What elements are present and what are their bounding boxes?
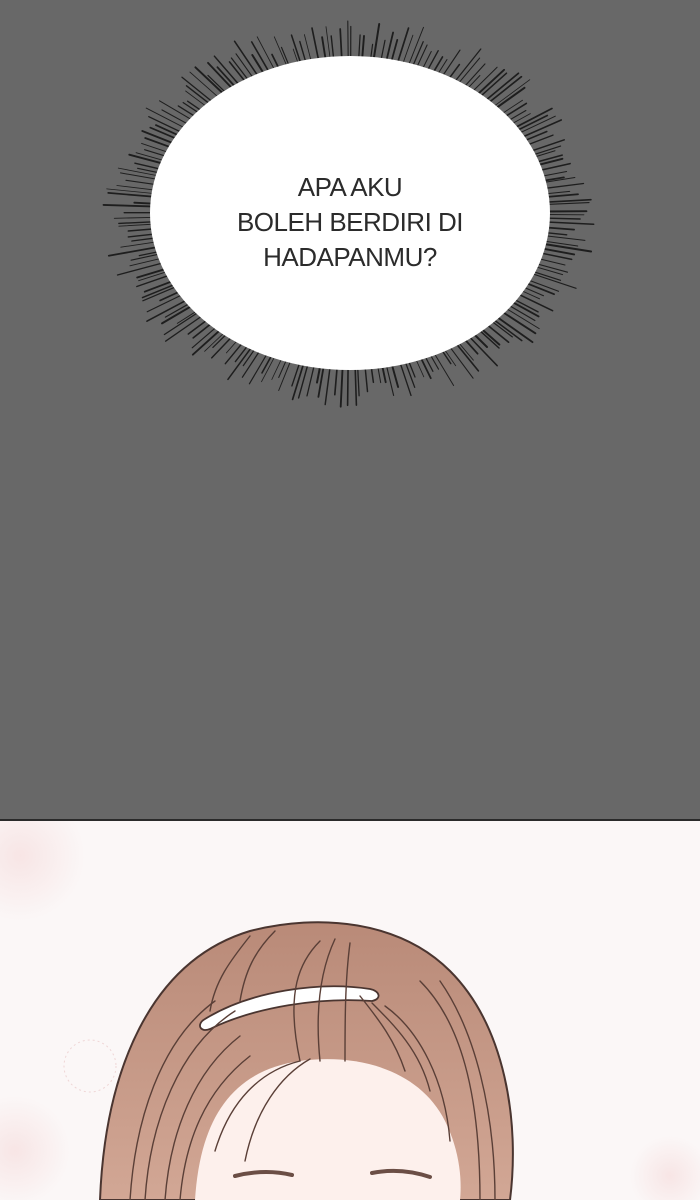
speech-line-3: HADAPANMU? xyxy=(263,242,437,272)
burst-line xyxy=(116,261,167,276)
burst-line xyxy=(207,61,236,92)
burst-line xyxy=(453,340,480,372)
speech-line-1: APA AKU xyxy=(297,172,403,202)
burst-line xyxy=(543,202,590,206)
burst-line xyxy=(325,26,331,62)
bottom-panel xyxy=(0,821,700,1200)
burst-line xyxy=(395,27,410,67)
burst-line xyxy=(311,27,320,64)
bokeh-circle xyxy=(0,1096,70,1200)
bokeh-circle xyxy=(0,821,85,921)
sparkle-ring xyxy=(63,1039,117,1093)
burst-line xyxy=(541,234,586,241)
burst-line xyxy=(514,291,554,312)
speech-line-2: BOLEH BERDIRI DI xyxy=(236,207,464,237)
burst-line xyxy=(542,221,595,225)
burst-line xyxy=(456,57,481,87)
burst-line xyxy=(354,364,358,406)
speech-bubble-text: APA AKU BOLEH BERDIRI DI HADAPANMU? xyxy=(200,170,500,275)
burst-line xyxy=(542,198,592,204)
speech-bubble-burst xyxy=(102,20,595,408)
burst-line xyxy=(290,34,303,67)
burst-line xyxy=(372,23,381,63)
burst-line xyxy=(120,172,162,181)
burst-line xyxy=(540,182,585,190)
burst-line xyxy=(324,363,332,406)
burst-line xyxy=(339,28,343,62)
comic-page: APA AKU BOLEH BERDIRI DI HADAPANMU? xyxy=(0,0,700,1200)
burst-line xyxy=(116,185,159,191)
burst-line xyxy=(346,364,349,407)
burst-line xyxy=(339,364,344,408)
burst-line xyxy=(113,216,157,219)
character-illustration xyxy=(0,821,700,1200)
burst-line xyxy=(432,350,455,386)
bokeh-circle xyxy=(630,1136,700,1200)
burst-line xyxy=(102,203,158,208)
burst-line xyxy=(297,361,310,399)
burst-line xyxy=(161,303,196,325)
burst-line xyxy=(306,362,316,397)
burst-line xyxy=(474,68,506,98)
burst-line xyxy=(398,359,412,397)
burst-line xyxy=(107,245,162,257)
burst-line xyxy=(227,344,254,381)
burst-line xyxy=(401,34,414,67)
